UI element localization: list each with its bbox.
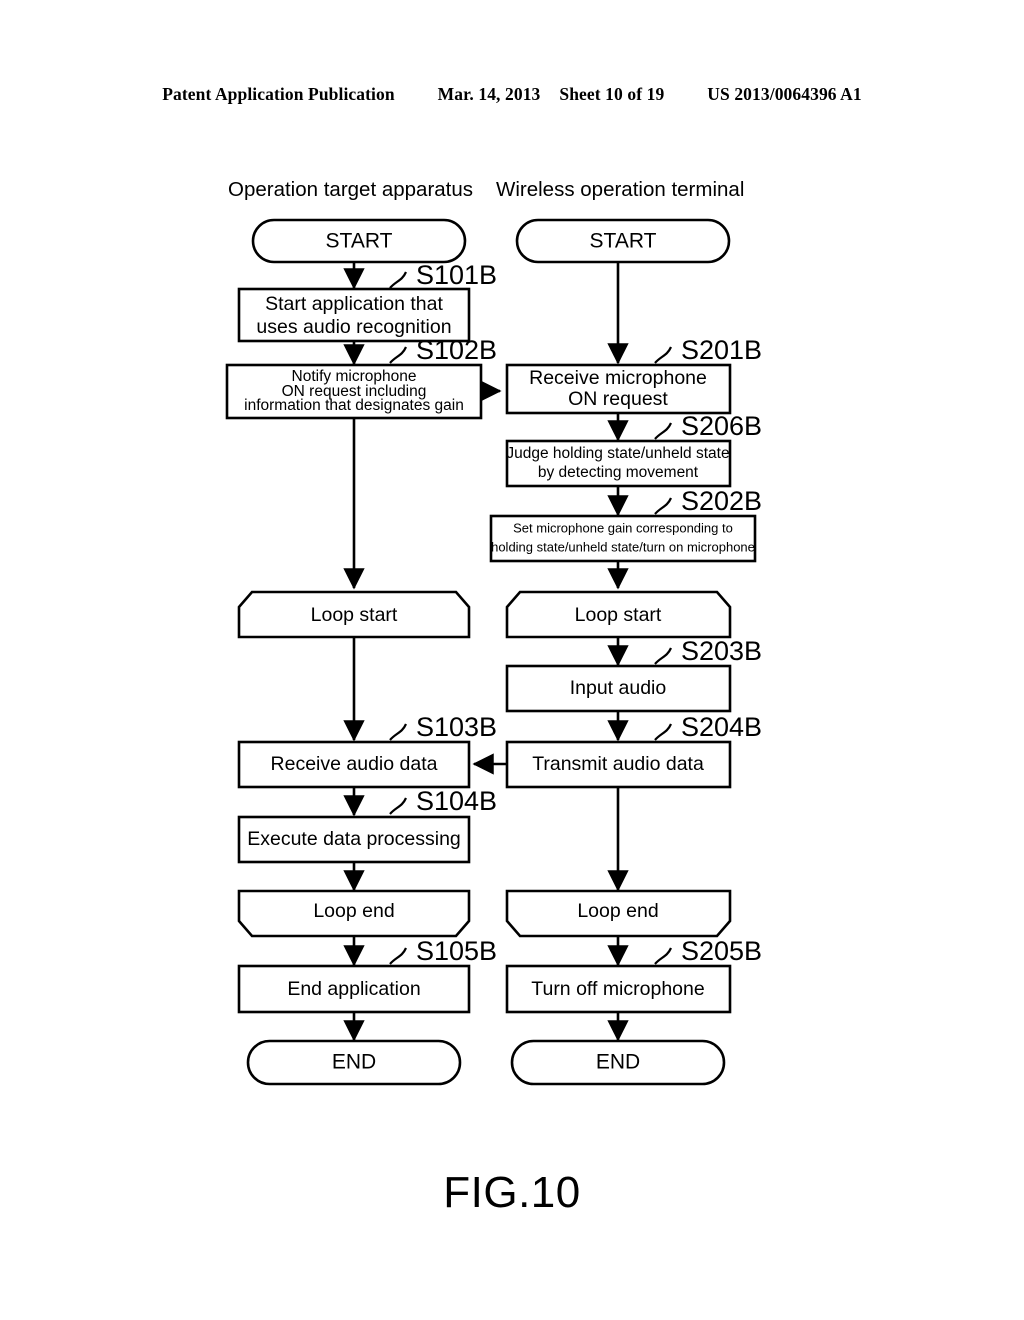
leader-s102b: [389, 346, 408, 364]
right-process-s205b: Turn off microphone: [505, 964, 732, 1014]
right-s201b-line2: ON request: [568, 388, 668, 410]
right-loop-start: Loop start: [505, 590, 732, 639]
right-process-s201b: Receive microphone ON request: [505, 363, 732, 415]
right-process-s206b: Judge holding state/unheld state by dete…: [505, 439, 732, 488]
step-label-s206b: S206B: [681, 411, 762, 441]
left-s101b-line1: Start application that: [265, 293, 443, 315]
figure-caption: FIG.10: [443, 1168, 581, 1217]
flowchart-diagram: START S101B Start application that uses …: [225, 218, 762, 1086]
left-s102b-line3: information that designates gain: [244, 397, 464, 414]
leader-s205b: [654, 947, 673, 965]
right-s206b-line2: by detecting movement: [538, 464, 699, 481]
left-process-s102b: Notify microphone ON request including i…: [225, 363, 483, 420]
left-loop-end-label: Loop end: [313, 900, 394, 922]
right-s205b-label: Turn off microphone: [531, 978, 704, 1000]
leader-s202b: [654, 497, 673, 515]
leader-s206b: [654, 422, 673, 440]
left-end-label: END: [332, 1051, 376, 1074]
left-s105b-label: End application: [287, 978, 420, 1000]
right-end-terminal: END: [510, 1039, 726, 1086]
step-label-s205b: S205B: [681, 936, 762, 966]
leader-s104b: [389, 797, 408, 815]
left-s103b-label: Receive audio data: [271, 753, 438, 775]
step-label-s104b: S104B: [416, 786, 497, 816]
right-s201b-line1: Receive microphone: [529, 367, 707, 389]
right-loop-end: Loop end: [505, 889, 732, 938]
right-loop-end-label: Loop end: [577, 900, 658, 922]
leader-s204b: [654, 723, 673, 741]
step-label-s103b: S103B: [416, 712, 497, 742]
step-label-s202b: S202B: [681, 486, 762, 516]
left-process-s104b: Execute data processing: [237, 815, 471, 864]
left-process-s105b: End application: [237, 964, 471, 1014]
step-label-s204b: S204B: [681, 712, 762, 742]
left-s104b-label: Execute data processing: [247, 828, 461, 850]
right-end-label: END: [596, 1051, 640, 1074]
right-s203b-label: Input audio: [570, 677, 667, 699]
leader-s201b: [654, 346, 673, 364]
right-process-s202b: Set microphone gain corresponding to hol…: [489, 514, 757, 563]
right-start-terminal: START: [515, 218, 731, 264]
right-process-s203b: Input audio: [505, 664, 732, 713]
right-start-label: START: [590, 230, 657, 253]
right-process-s204b: Transmit audio data: [505, 740, 732, 789]
left-start-label: START: [326, 230, 393, 253]
right-s206b-line1: Judge holding state/unheld state: [506, 445, 729, 462]
step-label-s102b: S102B: [416, 335, 497, 365]
leader-s105b: [389, 947, 408, 965]
left-loop-start-label: Loop start: [311, 604, 398, 626]
leader-s203b: [654, 647, 673, 665]
step-label-s105b: S105B: [416, 936, 497, 966]
left-loop-start: Loop start: [237, 590, 471, 639]
left-process-s103b: Receive audio data: [237, 740, 471, 789]
right-loop-start-label: Loop start: [575, 604, 662, 626]
leader-s103b: [389, 723, 408, 741]
left-process-s101b: Start application that uses audio recogn…: [237, 287, 471, 343]
right-s202b-line2: holding state/unheld state/turn on micro…: [491, 539, 755, 554]
left-loop-end: Loop end: [237, 889, 471, 938]
right-s202b-line1: Set microphone gain corresponding to: [513, 520, 733, 535]
step-label-s101b: S101B: [416, 260, 497, 290]
right-s204b-label: Transmit audio data: [532, 753, 704, 775]
step-label-s201b: S201B: [681, 335, 762, 365]
step-label-s203b: S203B: [681, 636, 762, 666]
left-start-terminal: START: [251, 218, 467, 264]
leader-s101b: [389, 271, 408, 289]
left-end-terminal: END: [246, 1039, 462, 1086]
